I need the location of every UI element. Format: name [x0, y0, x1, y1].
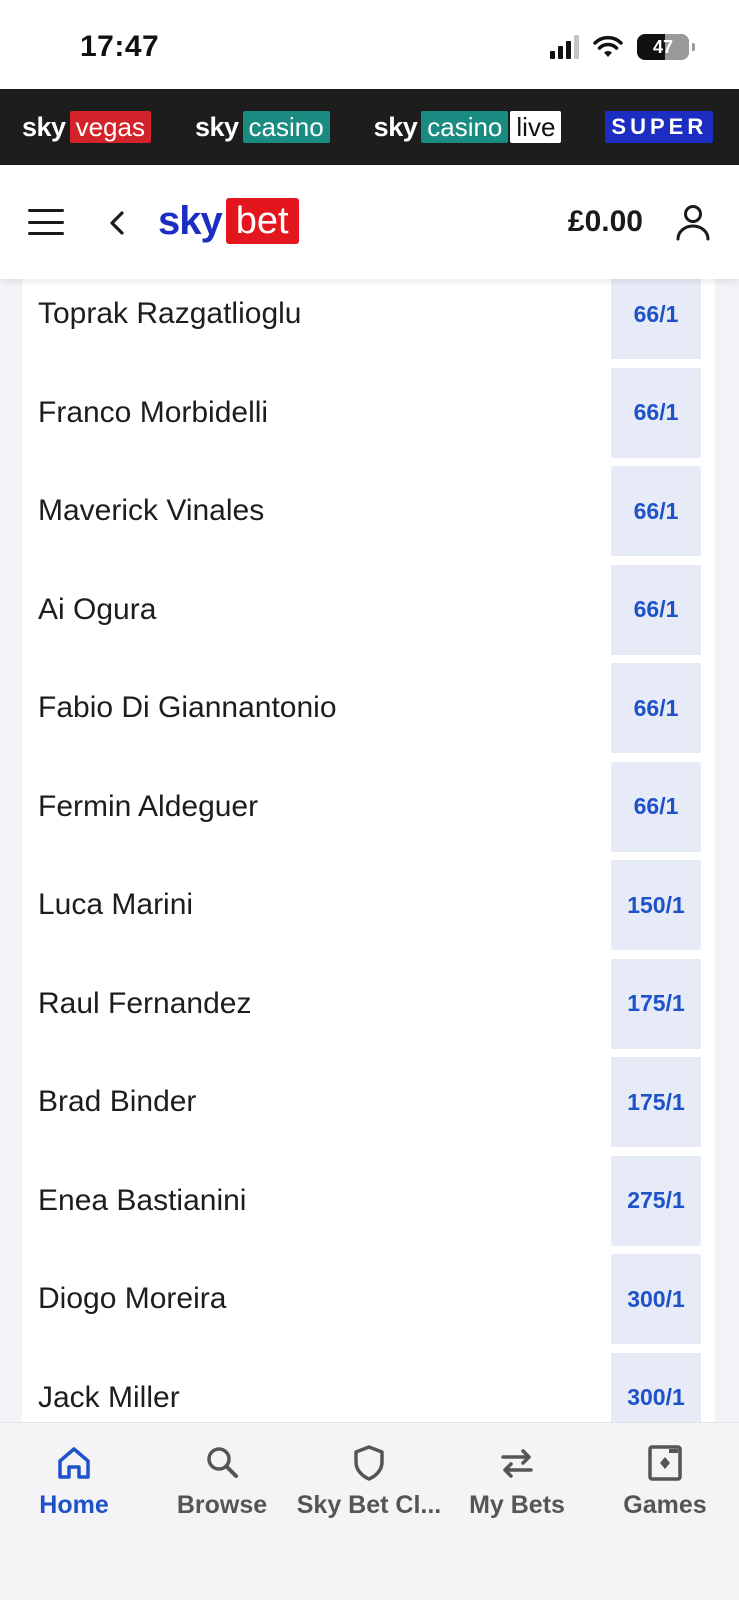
odds-button[interactable]: 175/1 [611, 958, 701, 1049]
account-icon[interactable] [675, 203, 711, 241]
nav-browse[interactable]: Browse [148, 1443, 296, 1520]
brand-sky-vegas[interactable]: sky vegas [22, 111, 151, 143]
battery-icon: 47 [637, 34, 695, 60]
odds-button[interactable]: 66/1 [611, 279, 701, 360]
home-icon [58, 1447, 90, 1479]
cellular-signal-icon [550, 35, 579, 59]
swap-arrows-icon [501, 1449, 533, 1478]
odds-button[interactable]: 150/1 [611, 860, 701, 951]
brand-super-6[interactable]: SUPER [605, 111, 714, 143]
runner-row: Fermin Aldeguer 66/1 [22, 758, 715, 857]
sky-bet-logo[interactable]: sky bet [158, 198, 299, 244]
runner-name: Fermin Aldeguer [38, 789, 259, 823]
odds-button[interactable]: 275/1 [611, 1155, 701, 1246]
menu-icon[interactable] [28, 209, 64, 235]
nav-games[interactable]: Games [591, 1443, 739, 1520]
account-balance[interactable]: £0.00 [568, 205, 643, 239]
runner-row: Toprak Razgatlioglu 66/1 [22, 279, 715, 364]
runner-name: Maverick Vinales [38, 494, 265, 528]
odds-button[interactable]: 66/1 [611, 663, 701, 754]
odds-button[interactable]: 66/1 [611, 761, 701, 852]
status-time: 17:47 [80, 30, 160, 63]
odds-button[interactable]: 175/1 [611, 1057, 701, 1148]
runner-row: Brad Binder 175/1 [22, 1053, 715, 1152]
runner-row: Franco Morbidelli 66/1 [22, 364, 715, 463]
runners-list: Toprak Razgatlioglu 66/1 Franco Morbidel… [22, 279, 715, 1422]
nav-home[interactable]: Home [0, 1443, 148, 1520]
battery-percent: 47 [652, 36, 674, 57]
odds-button[interactable]: 66/1 [611, 564, 701, 655]
nav-my-bets[interactable]: My Bets [443, 1443, 591, 1520]
runner-name: Luca Marini [38, 888, 194, 922]
runner-name: Toprak Razgatlioglu [38, 297, 302, 331]
wifi-icon [593, 35, 623, 57]
runner-name: Ai Ogura [38, 592, 157, 626]
brand-sky-casino[interactable]: sky casino [195, 111, 330, 143]
search-icon [207, 1447, 238, 1478]
runner-row: Raul Fernandez 175/1 [22, 955, 715, 1054]
odds-button[interactable]: 300/1 [611, 1254, 701, 1345]
brand-strip: sky vegas sky casino sky casino live SUP… [0, 89, 739, 165]
runner-name: Brad Binder [38, 1085, 197, 1119]
odds-button[interactable]: 66/1 [611, 367, 701, 458]
runner-row: Diogo Moreira 300/1 [22, 1250, 715, 1349]
runner-name: Franco Morbidelli [38, 395, 269, 429]
runner-row: Enea Bastianini 275/1 [22, 1152, 715, 1251]
runner-name: Raul Fernandez [38, 986, 252, 1020]
status-icons: 47 [550, 34, 695, 60]
shield-icon [354, 1445, 384, 1481]
odds-button[interactable]: 300/1 [611, 1352, 701, 1422]
runner-name: Jack Miller [38, 1380, 180, 1414]
runner-name: Enea Bastianini [38, 1183, 247, 1217]
runner-row: Maverick Vinales 66/1 [22, 462, 715, 561]
bottom-nav: Home Browse Sky Bet Cl... My Bets Games [0, 1422, 739, 1600]
status-bar: 17:47 47 [0, 0, 739, 89]
app-header: sky bet £0.00 [0, 165, 739, 279]
games-card-icon [648, 1445, 682, 1481]
runner-row: Jack Miller 300/1 [22, 1349, 715, 1422]
runner-name: Fabio Di Giannantonio [38, 691, 337, 725]
brand-sky-casino-live[interactable]: sky casino live [374, 111, 562, 143]
nav-sky-bet-club[interactable]: Sky Bet Cl... [295, 1443, 443, 1520]
runner-row: Ai Ogura 66/1 [22, 561, 715, 660]
runner-row: Luca Marini 150/1 [22, 856, 715, 955]
back-chevron-icon[interactable] [104, 209, 132, 237]
runner-row: Fabio Di Giannantonio 66/1 [22, 659, 715, 758]
odds-button[interactable]: 66/1 [611, 466, 701, 557]
runner-name: Diogo Moreira [38, 1282, 227, 1316]
